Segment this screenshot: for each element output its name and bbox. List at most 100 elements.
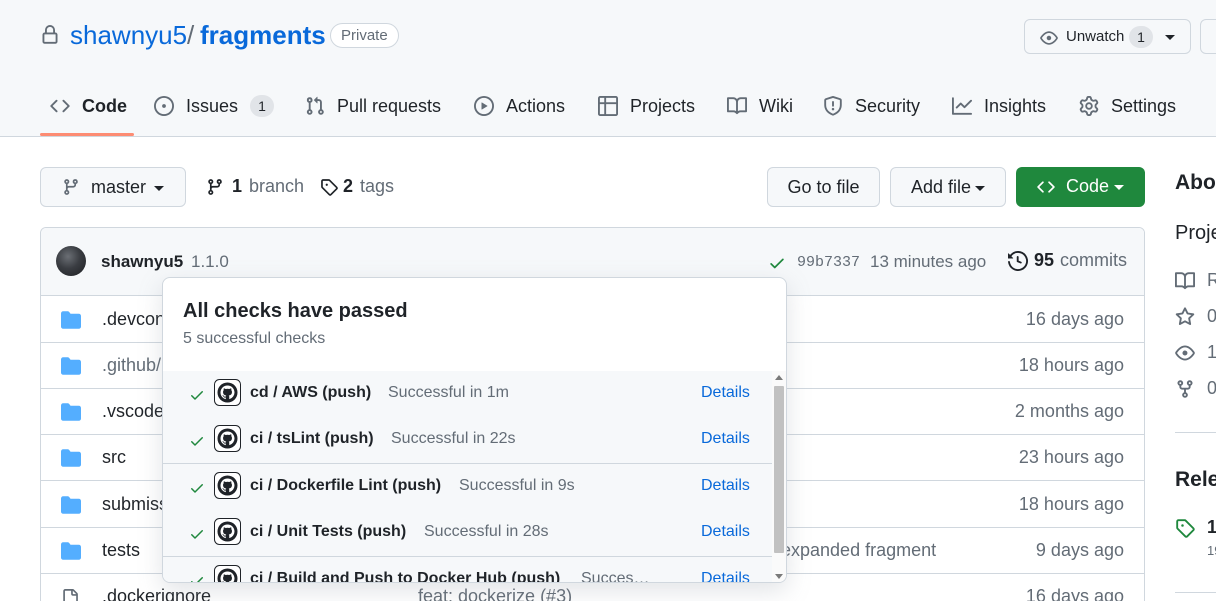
file-name[interactable]: .dockerignore	[102, 586, 211, 601]
tab-issues[interactable]: Issues 1	[154, 88, 275, 124]
sidebar-divider	[1175, 592, 1216, 593]
tab-insights[interactable]: Insights	[952, 88, 1046, 124]
visibility-badge: Private	[330, 23, 399, 48]
file-age: 18 hours ago	[1018, 355, 1124, 375]
chevron-down-icon	[154, 186, 164, 191]
check-item: cd / AWS (push) Successful in 1m Details	[163, 371, 772, 418]
about-row-text: 0	[1207, 378, 1216, 398]
fork-button[interactable]	[1200, 19, 1216, 54]
tab-issues-label: Issues	[186, 95, 239, 116]
branches-link[interactable]: 1 branch	[206, 176, 304, 197]
tab-pull-requests[interactable]: Pull requests	[305, 88, 441, 124]
github-icon	[214, 472, 241, 499]
file-name[interactable]: submiss	[102, 494, 168, 515]
add-file-button[interactable]: Add file	[890, 167, 1006, 207]
file-age: 16 days ago	[1025, 586, 1124, 601]
tags-link[interactable]: 2 tags	[320, 176, 394, 197]
book-icon	[1175, 271, 1195, 291]
file-name[interactable]: tests	[102, 540, 140, 561]
about-heading: Abou	[1175, 171, 1216, 194]
latest-release-link[interactable]: 1	[1175, 517, 1216, 538]
check-details-link[interactable]: Details	[701, 570, 750, 582]
tab-actions[interactable]: Actions	[474, 88, 565, 124]
github-icon	[214, 565, 241, 582]
gear-icon	[1079, 96, 1099, 116]
branch-icon	[62, 178, 80, 196]
github-icon	[214, 425, 241, 452]
add-file-label: Add file	[911, 177, 972, 197]
check-name[interactable]: ci / tsLint (push)	[250, 430, 374, 448]
tab-settings[interactable]: Settings	[1079, 88, 1176, 124]
go-to-file-label: Go to file	[787, 176, 860, 197]
check-details-link[interactable]: Details	[701, 477, 750, 495]
chevron-down-icon	[1114, 185, 1124, 190]
commit-count: 95	[1034, 250, 1055, 270]
tab-projects[interactable]: Projects	[598, 88, 695, 124]
shield-icon	[823, 96, 843, 116]
lock-icon	[40, 25, 60, 45]
branch-icon	[206, 178, 224, 196]
check-name[interactable]: cd / AWS (push)	[250, 384, 371, 402]
issue-icon	[154, 96, 174, 116]
code-button-label: Code	[1066, 176, 1110, 196]
repo-name-link[interactable]: fragments	[200, 20, 326, 51]
file-commit-message[interactable]: feat: dockerize (#3)	[418, 586, 572, 601]
check-details-link[interactable]: Details	[701, 430, 750, 448]
tag-icon	[320, 178, 338, 196]
eye-icon	[1040, 29, 1058, 47]
check-icon	[189, 526, 205, 542]
commits-history-link[interactable]: 95 commits	[1008, 250, 1127, 271]
repo-owner-link[interactable]: shawnyu5	[70, 20, 187, 51]
forks-link[interactable]: 0	[1175, 378, 1216, 399]
file-name[interactable]: .devcon	[102, 309, 165, 330]
avatar[interactable]	[56, 246, 86, 276]
history-icon	[1008, 250, 1028, 271]
checks-title: All checks have passed	[183, 300, 408, 322]
stars-link[interactable]: 0	[1175, 306, 1216, 327]
file-age: 18 hours ago	[1018, 494, 1124, 514]
unwatch-label: Unwatch	[1066, 28, 1125, 45]
tab-wiki[interactable]: Wiki	[727, 88, 793, 124]
folder-icon	[61, 542, 81, 560]
check-name[interactable]: ci / Build and Push to Docker Hub (push)	[250, 570, 560, 582]
about-row-text: 0	[1207, 306, 1216, 326]
repo-header: shawnyu5 / fragments Private Unwatch 1 C…	[0, 0, 1216, 137]
scroll-down-arrow-icon[interactable]	[775, 574, 783, 579]
unwatch-button[interactable]: Unwatch 1	[1024, 19, 1191, 54]
readme-link[interactable]: R	[1175, 270, 1216, 291]
go-to-file-button[interactable]: Go to file	[767, 167, 880, 207]
github-icon	[214, 379, 241, 406]
book-icon	[727, 96, 747, 116]
scrollbar-thumb[interactable]	[774, 386, 784, 553]
fork-icon	[1175, 379, 1195, 399]
file-name[interactable]: .vscode	[102, 401, 164, 422]
check-icon	[189, 433, 205, 449]
checks-list[interactable]: cd / AWS (push) Successful in 1m Details…	[163, 371, 772, 582]
checks-scrollbar[interactable]	[772, 371, 786, 582]
about-row-text: R	[1207, 270, 1216, 290]
check-icon[interactable]	[768, 254, 786, 272]
file-name[interactable]: src	[102, 447, 126, 468]
check-details-link[interactable]: Details	[701, 384, 750, 402]
sidebar-divider	[1175, 432, 1216, 433]
tab-security-label: Security	[855, 95, 921, 116]
file-age: 2 months ago	[1014, 401, 1124, 421]
scroll-up-arrow-icon[interactable]	[775, 375, 783, 380]
check-name[interactable]: ci / Unit Tests (push)	[250, 523, 406, 541]
releases-heading[interactable]: Rele	[1175, 468, 1216, 492]
check-name[interactable]: ci / Dockerfile Lint (push)	[250, 477, 441, 495]
commit-sha[interactable]: 99b7337	[797, 254, 860, 271]
commit-message[interactable]: 1.1.0	[191, 252, 229, 272]
branch-select-button[interactable]: master	[40, 167, 186, 207]
folder-icon	[61, 496, 81, 514]
file-name[interactable]: .github/	[102, 355, 161, 376]
file-age: 9 days ago	[1035, 540, 1124, 560]
file-commit-message[interactable]: expanded fragment	[781, 540, 936, 561]
check-details-link[interactable]: Details	[701, 523, 750, 541]
tab-actions-label: Actions	[506, 95, 566, 116]
tab-security[interactable]: Security	[823, 88, 920, 124]
code-download-button[interactable]: Code	[1016, 167, 1145, 207]
tab-code[interactable]: Code	[50, 88, 127, 124]
commit-author[interactable]: shawnyu5	[101, 252, 183, 272]
watchers-link[interactable]: 1	[1175, 342, 1216, 363]
